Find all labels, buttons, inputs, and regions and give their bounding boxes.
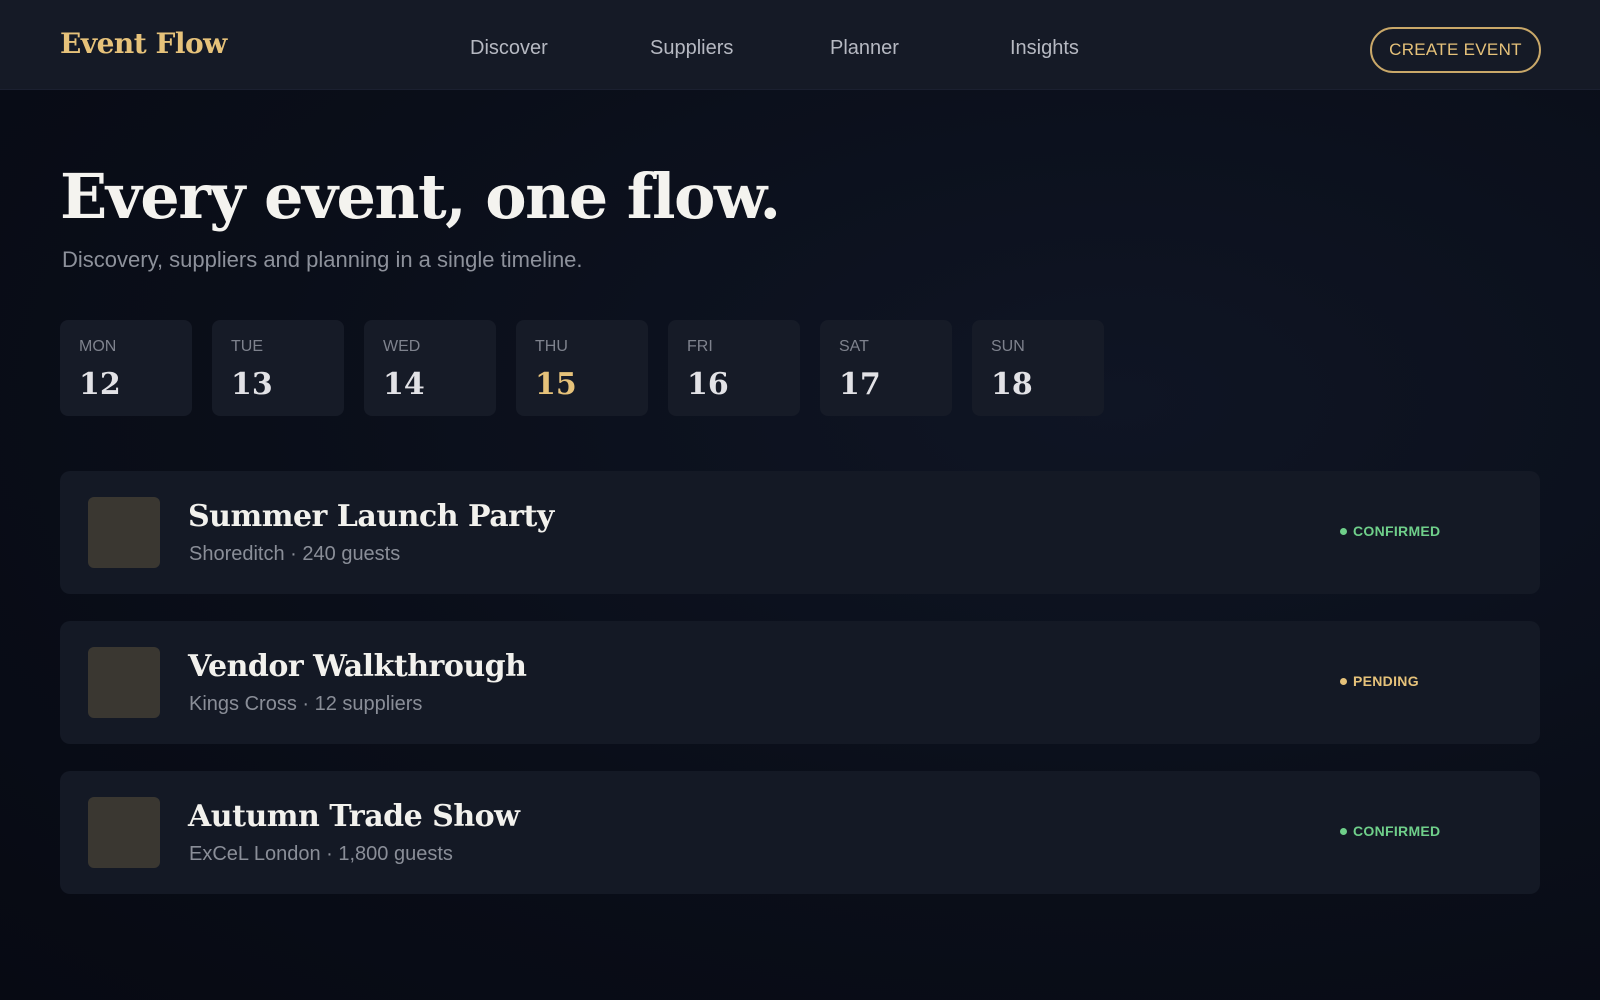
app-logo[interactable]: Event Flow — [60, 27, 227, 60]
top-nav-bar: Event Flow Discover Suppliers Planner In… — [0, 0, 1600, 90]
event-thumbnail — [88, 647, 160, 718]
day-date: 12 — [79, 367, 121, 402]
event-meta: ExCeL London · 1,800 guests — [189, 843, 453, 865]
day-fri[interactable]: FRI 16 — [668, 320, 800, 416]
event-meta: Kings Cross · 12 suppliers — [189, 693, 423, 715]
day-date: 16 — [687, 367, 729, 402]
nav-suppliers[interactable]: Suppliers — [650, 37, 733, 60]
status-badge: CONFIRMED — [1340, 523, 1440, 539]
hero-title: Every event, one flow. — [60, 160, 781, 233]
create-event-button[interactable]: CREATE EVENT — [1370, 27, 1541, 73]
day-name: SUN — [991, 338, 1025, 355]
event-title: Autumn Trade Show — [188, 799, 520, 834]
day-date: 17 — [839, 367, 881, 402]
status-dot-icon — [1340, 827, 1347, 835]
hero-subtitle: Discovery, suppliers and planning in a s… — [62, 247, 583, 272]
day-tue[interactable]: TUE 13 — [212, 320, 344, 416]
nav-insights[interactable]: Insights — [1010, 37, 1079, 60]
day-name: SAT — [839, 338, 869, 355]
day-date: 14 — [383, 367, 425, 402]
day-sat[interactable]: SAT 17 — [820, 320, 952, 416]
event-title: Summer Launch Party — [188, 499, 554, 534]
day-thu-selected[interactable]: THU 15 — [516, 320, 648, 416]
event-card[interactable]: Vendor Walkthrough Kings Cross · 12 supp… — [60, 621, 1540, 744]
status-badge: PENDING — [1340, 673, 1419, 689]
nav-discover[interactable]: Discover — [470, 37, 548, 60]
status-label: PENDING — [1353, 673, 1419, 689]
status-badge: CONFIRMED — [1340, 823, 1440, 839]
event-title: Vendor Walkthrough — [188, 649, 527, 684]
event-meta: Shoreditch · 240 guests — [189, 543, 401, 565]
day-name: WED — [383, 338, 421, 355]
status-label: CONFIRMED — [1353, 823, 1441, 839]
day-date: 18 — [991, 367, 1033, 402]
day-wed[interactable]: WED 14 — [364, 320, 496, 416]
day-name: MON — [79, 338, 117, 355]
status-dot-icon — [1340, 677, 1347, 685]
day-date: 13 — [231, 367, 273, 402]
day-date: 15 — [535, 367, 577, 402]
day-mon[interactable]: MON 12 — [60, 320, 192, 416]
event-thumbnail — [88, 797, 160, 868]
event-thumbnail — [88, 497, 160, 568]
status-label: CONFIRMED — [1353, 523, 1441, 539]
day-name: FRI — [687, 338, 713, 355]
event-card[interactable]: Summer Launch Party Shoreditch · 240 gue… — [60, 471, 1540, 594]
nav-planner[interactable]: Planner — [830, 37, 899, 60]
day-name: TUE — [231, 338, 263, 355]
day-sun[interactable]: SUN 18 — [972, 320, 1104, 416]
day-name: THU — [535, 338, 568, 355]
event-card[interactable]: Autumn Trade Show ExCeL London · 1,800 g… — [60, 771, 1540, 894]
status-dot-icon — [1340, 527, 1347, 535]
